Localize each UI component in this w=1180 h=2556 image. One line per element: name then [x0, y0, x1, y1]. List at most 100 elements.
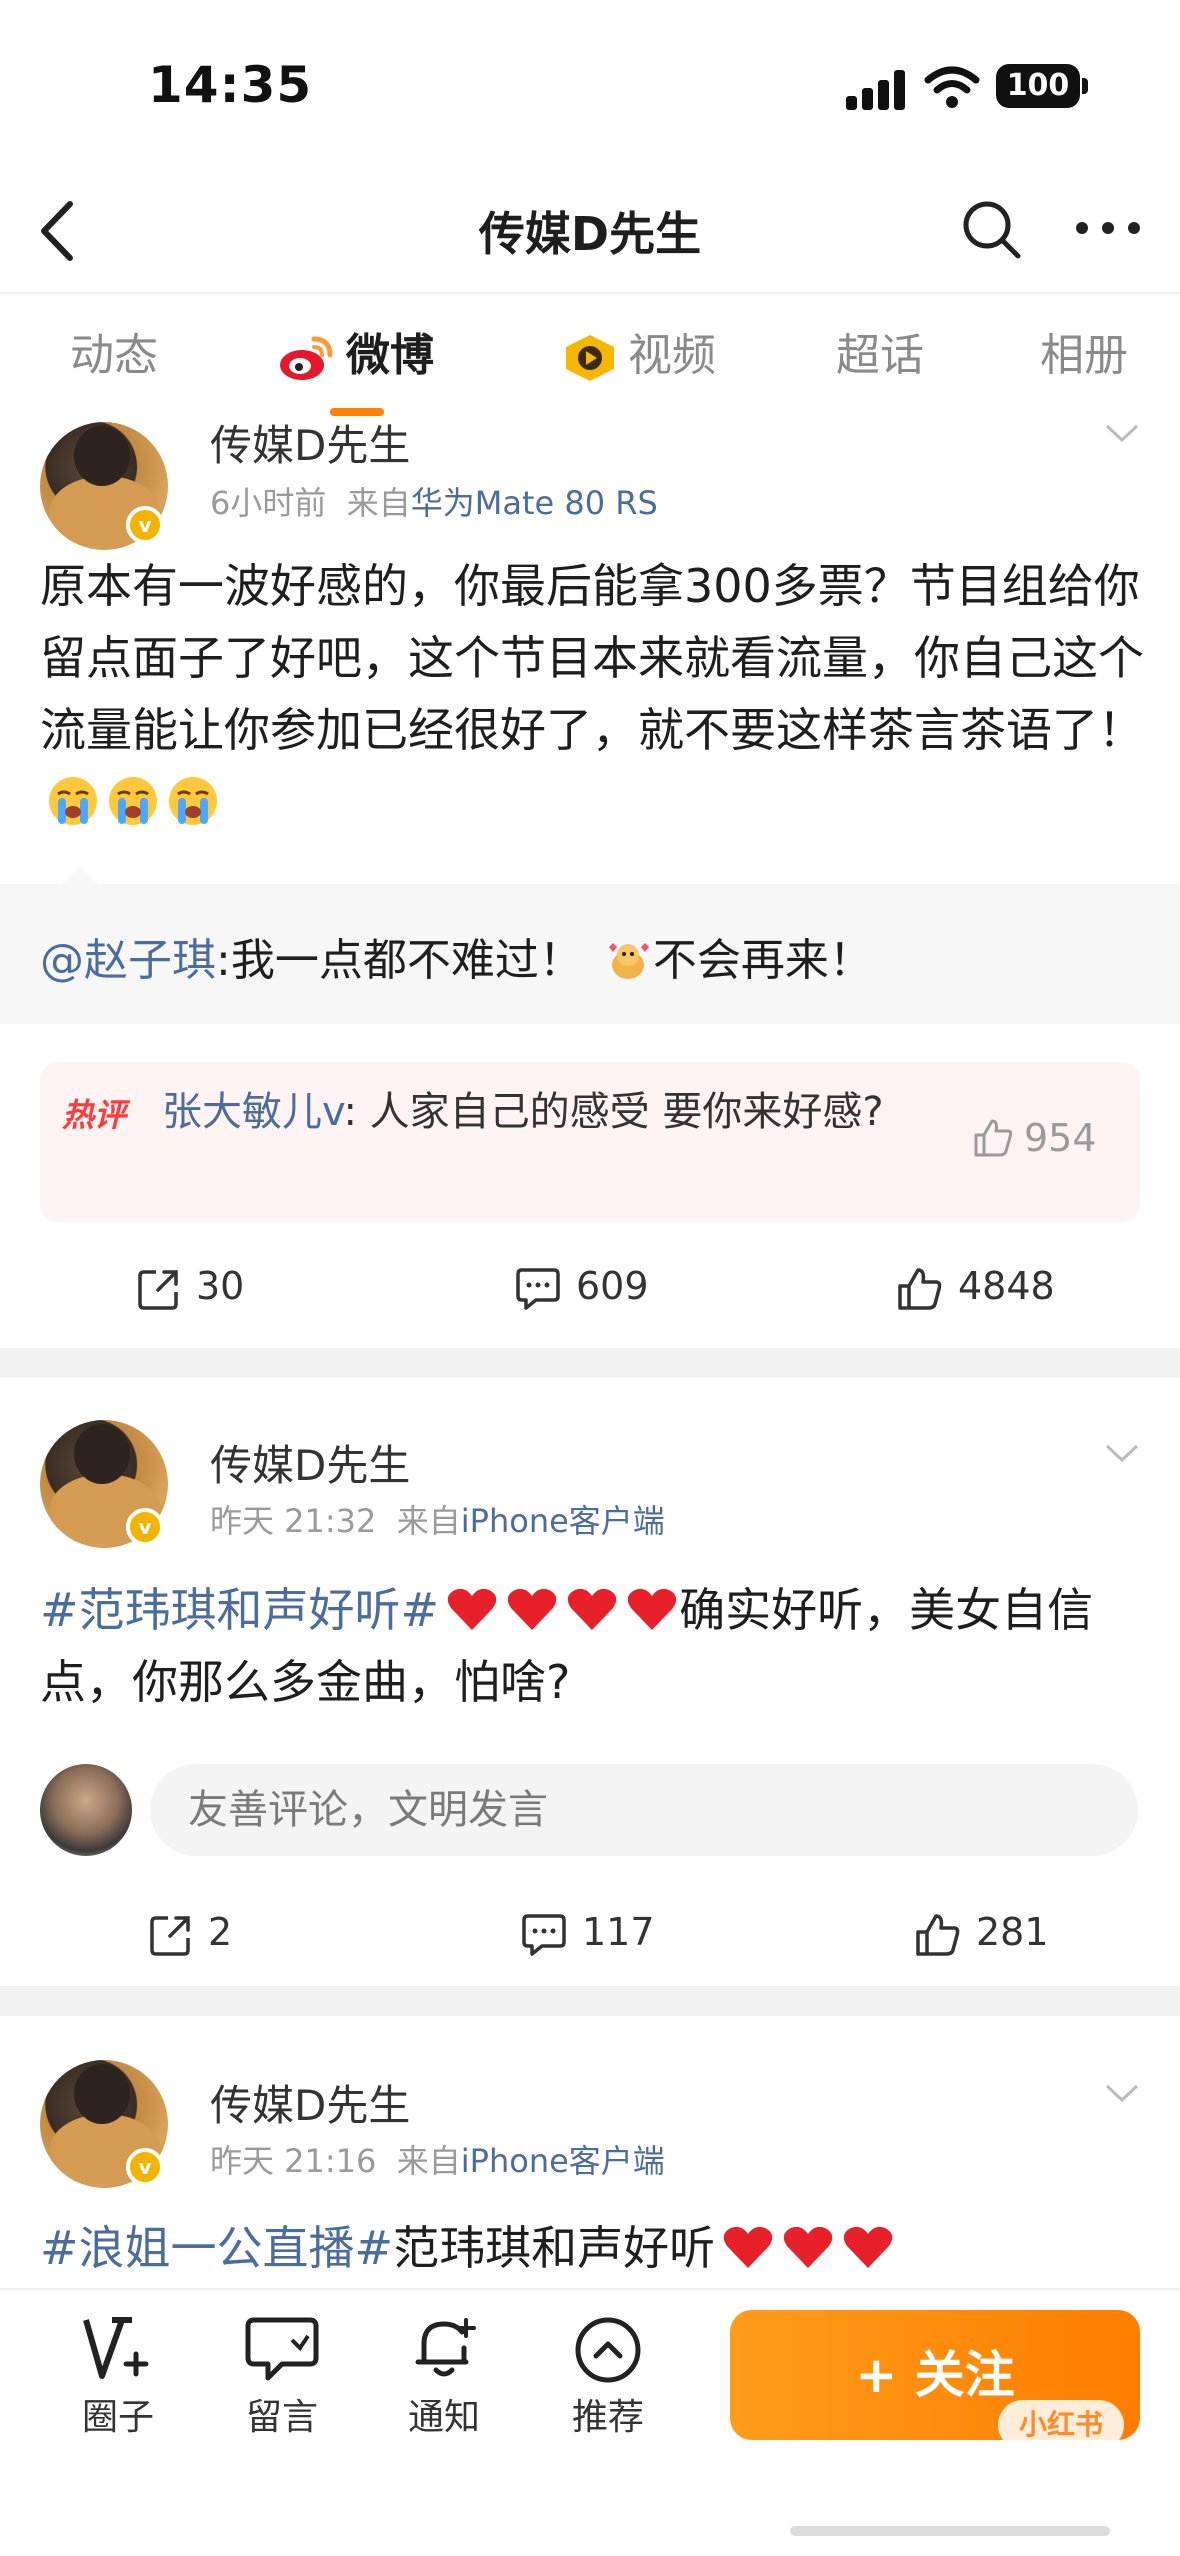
post-source: 华为Mate 80 RS — [410, 484, 658, 522]
thumbs-up-icon — [898, 1267, 942, 1310]
feed-post[interactable]: v 传媒D先生 昨天 21:16 来自iPhone客户端 #浪姐一公直播#范玮琪… — [0, 2018, 1180, 2288]
quote-text: @赵子琪:我一点都不难过！ 不会再来！ — [40, 924, 873, 988]
verified-badge-icon: v — [126, 506, 164, 544]
post-separator — [0, 1348, 1180, 1378]
post-author[interactable]: 传媒D先生 — [210, 412, 410, 473]
source-prefix: 来自 — [346, 484, 411, 522]
tab-label: 视频 — [628, 330, 716, 381]
post-body: 范玮琪和声好听 — [393, 2221, 716, 2275]
like-button[interactable]: 4848 — [896, 1256, 1055, 1316]
topic-link[interactable]: #范玮琪和声好听# — [40, 1583, 439, 1637]
source-prefix: 来自 — [396, 2142, 461, 2180]
status-bar: 14:35 100 — [0, 0, 1180, 170]
feed-post[interactable]: v 传媒D先生 昨天 21:32 来自iPhone客户端 #范玮琪和声好听# 确实… — [0, 1380, 1180, 1980]
hot-comment-tag: 热评 — [62, 1096, 127, 1134]
hot-comment-body: : 人家自己的感受 要你来好感? — [343, 1089, 884, 1135]
source-prefix: 来自 — [396, 1502, 461, 1540]
circle-v-icon — [83, 2317, 149, 2379]
like-button[interactable]: 281 — [914, 1902, 1049, 1962]
my-avatar — [40, 1764, 132, 1856]
post-actions: 30 609 4848 — [0, 1246, 1180, 1326]
crying-face-icon — [109, 777, 157, 825]
circle-label: 圈子 — [81, 2397, 154, 2438]
comment-count: 609 — [576, 1264, 649, 1308]
hot-comment-like[interactable]: 954 — [972, 1116, 1097, 1160]
wifi-icon — [924, 66, 980, 108]
battery-level: 100 — [996, 64, 1080, 108]
tab-label: 微博 — [346, 330, 434, 381]
post-time: 6小时前 — [210, 484, 327, 522]
post-meta: 昨天 21:32 来自iPhone客户端 — [210, 1496, 665, 1542]
comment-placeholder: 友善评论，文明发言 — [188, 1787, 548, 1833]
message-icon — [245, 2317, 319, 2381]
comment-icon — [516, 1267, 560, 1310]
chevron-down-icon[interactable] — [1104, 2082, 1140, 2104]
tab-supertopic[interactable]: 超话 — [836, 326, 924, 386]
post-source: iPhone客户端 — [460, 2142, 665, 2180]
post-author[interactable]: 传媒D先生 — [210, 2072, 410, 2133]
post-actions: 2 117 281 — [0, 1892, 1180, 1972]
quote-notch — [62, 866, 98, 884]
share-icon — [138, 1269, 178, 1310]
topic-link[interactable]: #浪姐一公直播# — [40, 2221, 393, 2275]
home-indicator — [790, 2526, 1110, 2536]
comment-count: 117 — [582, 1910, 655, 1954]
recommend-button[interactable]: 推荐 — [548, 2314, 668, 2440]
quote-body: :我一点都不难过！ — [216, 935, 583, 986]
post-text: #范玮琪和声好听# 确实好听，美女自信点，你那么多金曲，怕啥? — [40, 1574, 1150, 1718]
tab-video[interactable]: 视频 — [562, 326, 716, 386]
red-heart-icon — [843, 2226, 893, 2268]
tab-album[interactable]: 相册 — [1040, 326, 1128, 386]
chevron-down-icon[interactable] — [1104, 422, 1140, 444]
notify-label: 通知 — [407, 2397, 480, 2438]
red-heart-icon — [627, 1588, 677, 1630]
search-icon[interactable] — [958, 196, 1024, 262]
status-time: 14:35 — [148, 56, 313, 114]
post-source: iPhone客户端 — [460, 1502, 665, 1540]
post-time: 昨天 21:16 — [210, 2142, 377, 2180]
post-author[interactable]: 传媒D先生 — [210, 1432, 410, 1493]
video-play-icon — [566, 335, 614, 381]
repost-button[interactable]: 2 — [148, 1902, 232, 1962]
post-text: #浪姐一公直播#范玮琪和声好听 — [40, 2212, 1150, 2284]
more-icon[interactable] — [1068, 198, 1148, 258]
chevron-up-circle-icon — [575, 2317, 641, 2383]
bell-plus-icon — [415, 2318, 476, 2377]
title-bar: 传媒D先生 — [0, 170, 1180, 290]
verified-badge-icon: v — [126, 1508, 164, 1546]
circle-button[interactable]: 圈子 — [58, 2314, 178, 2440]
tab-weibo[interactable]: 微博 — [278, 326, 434, 386]
post-text: 原本有一波好感的，你最后能拿300多票？节目组给你留点面子了好吧，这个节目本来就… — [40, 550, 1150, 838]
recommend-label: 推荐 — [571, 2397, 644, 2438]
post-separator — [0, 1986, 1180, 2016]
quoted-repost[interactable]: @赵子琪:我一点都不难过！ 不会再来！ — [0, 866, 1180, 1024]
message-button[interactable]: 留言 — [222, 2314, 342, 2440]
repost-button[interactable]: 30 — [136, 1256, 244, 1316]
bottom-toolbar: 圈子 留言 通知 推荐 + 关注 小红书 — [0, 2288, 1180, 2556]
red-heart-icon — [723, 2226, 773, 2268]
chevron-down-icon[interactable] — [1104, 1442, 1140, 1464]
feed-post[interactable]: v 传媒D先生 6小时前 来自华为Mate 80 RS 原本有一波好感的，你最后… — [0, 421, 1180, 1346]
hamster-love-icon — [608, 943, 649, 979]
like-count: 281 — [976, 1910, 1049, 1954]
post-meta: 6小时前 来自华为Mate 80 RS — [210, 478, 658, 524]
tab-dynamic[interactable]: 动态 — [70, 326, 158, 386]
hot-comment-like-count: 954 — [1024, 1116, 1097, 1160]
post-body: 原本有一波好感的，你最后能拿300多票？节目组给你留点面子了好吧，这个节目本来就… — [40, 559, 1144, 757]
quote-mention[interactable]: @赵子琪 — [40, 935, 216, 986]
comment-button[interactable]: 609 — [514, 1256, 649, 1316]
comment-input[interactable]: 友善评论，文明发言 — [150, 1764, 1138, 1856]
verified-badge-icon: v — [126, 2148, 164, 2186]
comment-button[interactable]: 117 — [520, 1902, 655, 1962]
hot-comment[interactable]: 热评 张大敏儿v: 人家自己的感受 要你来好感? 954 — [40, 1062, 1140, 1222]
battery-tip — [1082, 78, 1088, 94]
thumbs-up-icon — [974, 1119, 1013, 1157]
red-heart-icon — [447, 1588, 497, 1630]
red-heart-icon — [783, 2226, 833, 2268]
crying-face-icon — [169, 777, 217, 825]
watermark-logo: 小红书 — [998, 2400, 1124, 2450]
message-label: 留言 — [245, 2397, 318, 2438]
comment-icon — [522, 1913, 566, 1956]
notify-button[interactable]: 通知 — [384, 2314, 504, 2440]
hot-comment-user[interactable]: 张大敏儿v — [162, 1089, 343, 1135]
